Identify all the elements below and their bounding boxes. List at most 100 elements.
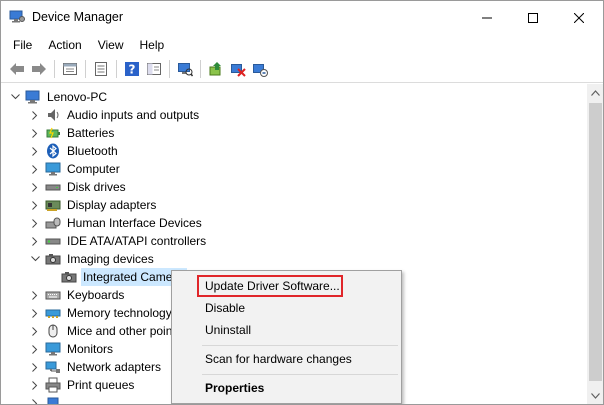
- tree-item-imaging-devices[interactable]: Imaging devices: [29, 250, 156, 268]
- menu-file[interactable]: File: [5, 34, 40, 56]
- expand-chevron-icon[interactable]: [29, 286, 41, 304]
- bluetooth-icon: [45, 143, 61, 159]
- scroll-down-arrow-icon: [591, 392, 600, 399]
- expand-chevron-icon[interactable]: [29, 358, 41, 376]
- forward-arrow-icon: [32, 63, 46, 75]
- keyboard-icon: [45, 287, 61, 303]
- tree-root[interactable]: Lenovo-PC: [9, 88, 109, 106]
- collapse-chevron-icon[interactable]: [29, 250, 41, 268]
- battery-icon: [45, 125, 61, 141]
- disable-device-button[interactable]: [227, 58, 249, 80]
- back-button[interactable]: [6, 58, 28, 80]
- update-driver-icon: [209, 62, 221, 76]
- title-bar: Device Manager: [1, 1, 603, 34]
- tree-item-label: Print queues: [67, 378, 135, 392]
- tree-root-label: Lenovo-PC: [47, 90, 108, 104]
- tree-item-batteries[interactable]: Batteries: [29, 124, 116, 142]
- tree-item-display-adapters[interactable]: Display adapters: [29, 196, 158, 214]
- expand-chevron-icon[interactable]: [29, 124, 41, 142]
- scroll-up-button[interactable]: [587, 84, 603, 101]
- console-tree-button[interactable]: [143, 58, 165, 80]
- vertical-scrollbar[interactable]: [587, 84, 603, 404]
- show-hidden-button[interactable]: [90, 58, 112, 80]
- menu-item-scan-hardware[interactable]: Scan for hardware changes: [173, 348, 400, 370]
- forward-button[interactable]: [28, 58, 50, 80]
- tree-item-label: Mice and other pointing devices: [67, 324, 171, 338]
- menu-action[interactable]: Action: [40, 34, 89, 56]
- context-menu: Update Driver Software... Disable Uninst…: [171, 270, 402, 404]
- tree-item-label: Monitors: [67, 342, 114, 356]
- update-driver-button[interactable]: [205, 58, 227, 80]
- expand-chevron-icon[interactable]: [29, 322, 41, 340]
- tree-item-partial[interactable]: [29, 394, 65, 404]
- menu-bar: File Action View Help: [1, 34, 603, 56]
- expand-chevron-icon[interactable]: [29, 160, 41, 178]
- monitor-icon: [45, 161, 61, 177]
- tree-item-audio[interactable]: Audio inputs and outputs: [29, 106, 201, 124]
- maximize-button[interactable]: [510, 1, 556, 34]
- help-icon: ?: [125, 62, 139, 77]
- tree-item-network-adapters[interactable]: Network adapters: [29, 358, 163, 376]
- help-button[interactable]: ?: [121, 58, 143, 80]
- tree-item-label: Audio inputs and outputs: [67, 108, 200, 122]
- expand-chevron-icon[interactable]: [29, 376, 41, 394]
- tree-item-ide[interactable]: IDE ATA/ATAPI controllers: [29, 232, 208, 250]
- tree-item-label: Network adapters: [67, 360, 162, 374]
- expand-chevron-icon[interactable]: [29, 394, 41, 404]
- close-button[interactable]: [556, 1, 602, 34]
- properties-sheet-button[interactable]: [59, 58, 81, 80]
- menu-item-uninstall[interactable]: Uninstall: [173, 319, 400, 341]
- expand-chevron-icon[interactable]: [29, 340, 41, 358]
- scrollbar-thumb[interactable]: [589, 103, 602, 381]
- mouse-icon: [45, 323, 61, 339]
- expand-chevron-icon[interactable]: [29, 304, 41, 322]
- tree-item-mice[interactable]: Mice and other pointing devices: [29, 322, 171, 340]
- tree-item-computer[interactable]: Computer: [29, 160, 122, 178]
- window-title: Device Manager: [32, 10, 124, 24]
- speaker-icon: [45, 107, 61, 123]
- tree-item-label: Disk drives: [67, 180, 126, 194]
- scan-hardware-button[interactable]: [174, 58, 196, 80]
- tree-item-hid[interactable]: Human Interface Devices: [29, 214, 204, 232]
- scroll-down-button[interactable]: [587, 387, 603, 404]
- console-tree-icon: [147, 63, 161, 75]
- expand-chevron-icon[interactable]: [29, 178, 41, 196]
- expand-chevron-icon[interactable]: [29, 232, 41, 250]
- toolbar: ?: [1, 56, 603, 83]
- uninstall-device-button[interactable]: [249, 58, 271, 80]
- maximize-icon: [528, 12, 538, 23]
- tree-item-bluetooth[interactable]: Bluetooth: [29, 142, 120, 160]
- printer-icon: [45, 377, 61, 393]
- monitor-icon: [45, 341, 61, 357]
- tree-item-keyboards[interactable]: Keyboards: [29, 286, 126, 304]
- show-hidden-icon: [95, 62, 107, 76]
- collapse-chevron-icon[interactable]: [9, 88, 21, 106]
- back-arrow-icon: [10, 63, 24, 75]
- scroll-up-arrow-icon: [591, 89, 600, 96]
- camera-icon: [45, 251, 61, 267]
- expand-chevron-icon[interactable]: [29, 196, 41, 214]
- menu-help[interactable]: Help: [132, 34, 173, 56]
- camera-icon: [61, 269, 77, 285]
- tree-item-integrated-camera[interactable]: Integrated Camera: [61, 268, 187, 286]
- tree-item-monitors[interactable]: Monitors: [29, 340, 115, 358]
- hid-icon: [45, 215, 61, 231]
- expand-chevron-icon[interactable]: [29, 214, 41, 232]
- expand-chevron-icon[interactable]: [29, 106, 41, 124]
- disk-drive-icon: [45, 179, 61, 195]
- tree-item-print-queues[interactable]: Print queues: [29, 376, 136, 394]
- menu-item-disable[interactable]: Disable: [173, 297, 400, 319]
- network-adapter-icon: [45, 359, 61, 375]
- tree-item-memory-technology[interactable]: Memory technology devices: [29, 304, 171, 322]
- close-icon: [574, 12, 584, 23]
- toolbar-separator: [200, 60, 201, 78]
- minimize-button[interactable]: [464, 1, 510, 34]
- tree-item-label: Computer: [67, 162, 120, 176]
- disable-device-icon: [231, 64, 246, 77]
- tree-item-disk-drives[interactable]: Disk drives: [29, 178, 128, 196]
- expand-chevron-icon[interactable]: [29, 142, 41, 160]
- highlight-annotation-box: [197, 275, 343, 297]
- menu-view[interactable]: View: [90, 34, 132, 56]
- toolbar-separator: [85, 60, 86, 78]
- menu-item-properties[interactable]: Properties: [173, 377, 400, 399]
